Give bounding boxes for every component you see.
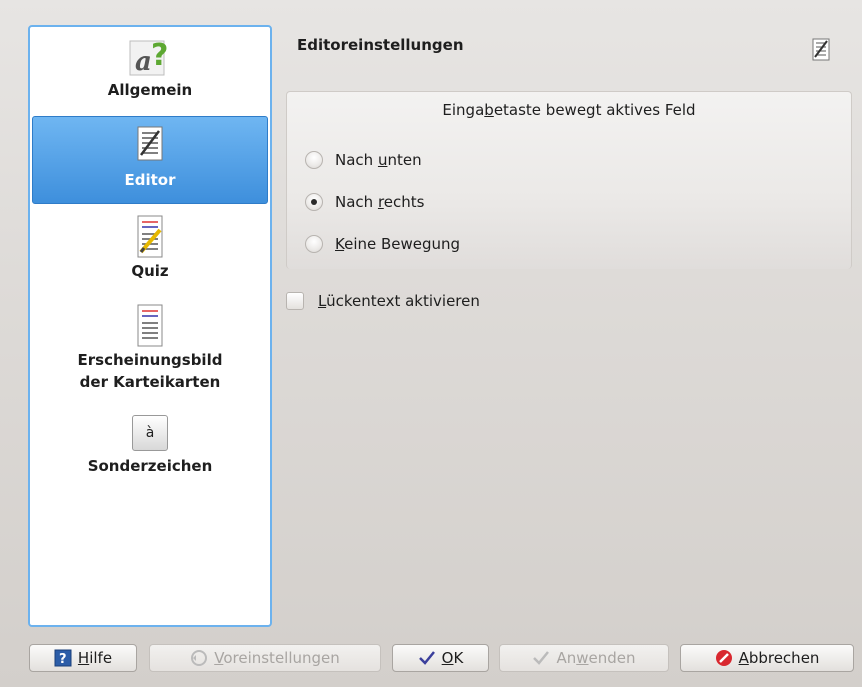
sidebar-item-erscheinungsbild[interactable]: Erscheinungsbild der Karteikarten (32, 303, 268, 408)
settings-dialog: a ? Allgemein Editor Quiz Erscheinungsbi… (0, 0, 862, 687)
sidebar-item-label: Sonderzeichen (87, 457, 213, 475)
radio-label: Nach rechts (335, 193, 425, 211)
svg-text:?: ? (59, 652, 67, 667)
sidebar-item-label: Quiz (131, 262, 169, 280)
sidebar-item-quiz[interactable]: Quiz (32, 214, 268, 292)
special-char-icon: à (132, 415, 168, 451)
apply-label: Anwenden (556, 649, 636, 667)
sidebar-item-label: Erscheinungsbild (77, 351, 223, 369)
svg-text:a: a (135, 47, 152, 77)
special-char-glyph: à (145, 425, 155, 441)
cancel-label: Abbrechen (738, 649, 820, 667)
cloze-checkbox-row[interactable]: Lückentext aktivieren (286, 292, 480, 310)
quiz-icon (137, 215, 163, 258)
page-title: Editoreinstellungen (297, 36, 464, 54)
help-label: Hilfe (77, 649, 113, 667)
defaults-label: Voreinstellungen (214, 649, 340, 667)
radio-label: Nach unten (335, 151, 422, 169)
radio-button[interactable] (305, 151, 323, 169)
ok-label: OK (441, 649, 464, 667)
radio-button[interactable] (305, 235, 323, 253)
radio-label: Keine Bewegung (335, 235, 461, 253)
editor-pencil-icon (137, 126, 163, 161)
radio-nach-unten[interactable]: Nach unten (305, 148, 422, 172)
cancel-button[interactable]: Abbrechen (680, 644, 854, 672)
cancel-icon (715, 650, 732, 666)
radio-button-checked[interactable] (305, 193, 323, 211)
editor-pencil-icon (812, 38, 830, 61)
sidebar-item-label: Editor (124, 171, 176, 189)
defaults-button[interactable]: Voreinstellungen (149, 644, 381, 672)
svg-text:?: ? (151, 38, 168, 73)
apply-button[interactable]: Anwenden (499, 644, 669, 672)
sidebar-item-editor[interactable]: Editor (32, 116, 268, 204)
checkmark-icon (533, 651, 550, 665)
sidebar-item-label-line2: der Karteikarten (79, 373, 221, 391)
sidebar-item-allgemein[interactable]: a ? Allgemein (32, 35, 268, 113)
page-list[interactable]: a ? Allgemein Editor Quiz Erscheinungsbi… (28, 25, 272, 627)
help-button[interactable]: ? Hilfe (29, 644, 137, 672)
sidebar-item-sonderzeichen[interactable]: à Sonderzeichen (32, 415, 268, 493)
restore-defaults-icon (191, 650, 208, 666)
help-icon: ? (54, 649, 72, 667)
appearance-icon (137, 304, 163, 347)
group-title: Eingabetaste bewegt aktives Feld (442, 101, 696, 119)
sidebar-item-label: Allgemein (107, 81, 193, 99)
radio-keine-bewegung[interactable]: Keine Bewegung (305, 232, 460, 256)
help-letter-icon: a ? (129, 38, 168, 77)
cloze-checkbox[interactable] (286, 292, 304, 310)
radio-nach-rechts[interactable]: Nach rechts (305, 190, 424, 214)
checkbox-label: Lückentext aktivieren (318, 292, 480, 310)
enter-key-group: Eingabetaste bewegt aktives Feld Nach un… (286, 91, 852, 269)
checkmark-icon (418, 651, 435, 665)
ok-button[interactable]: OK (392, 644, 489, 672)
